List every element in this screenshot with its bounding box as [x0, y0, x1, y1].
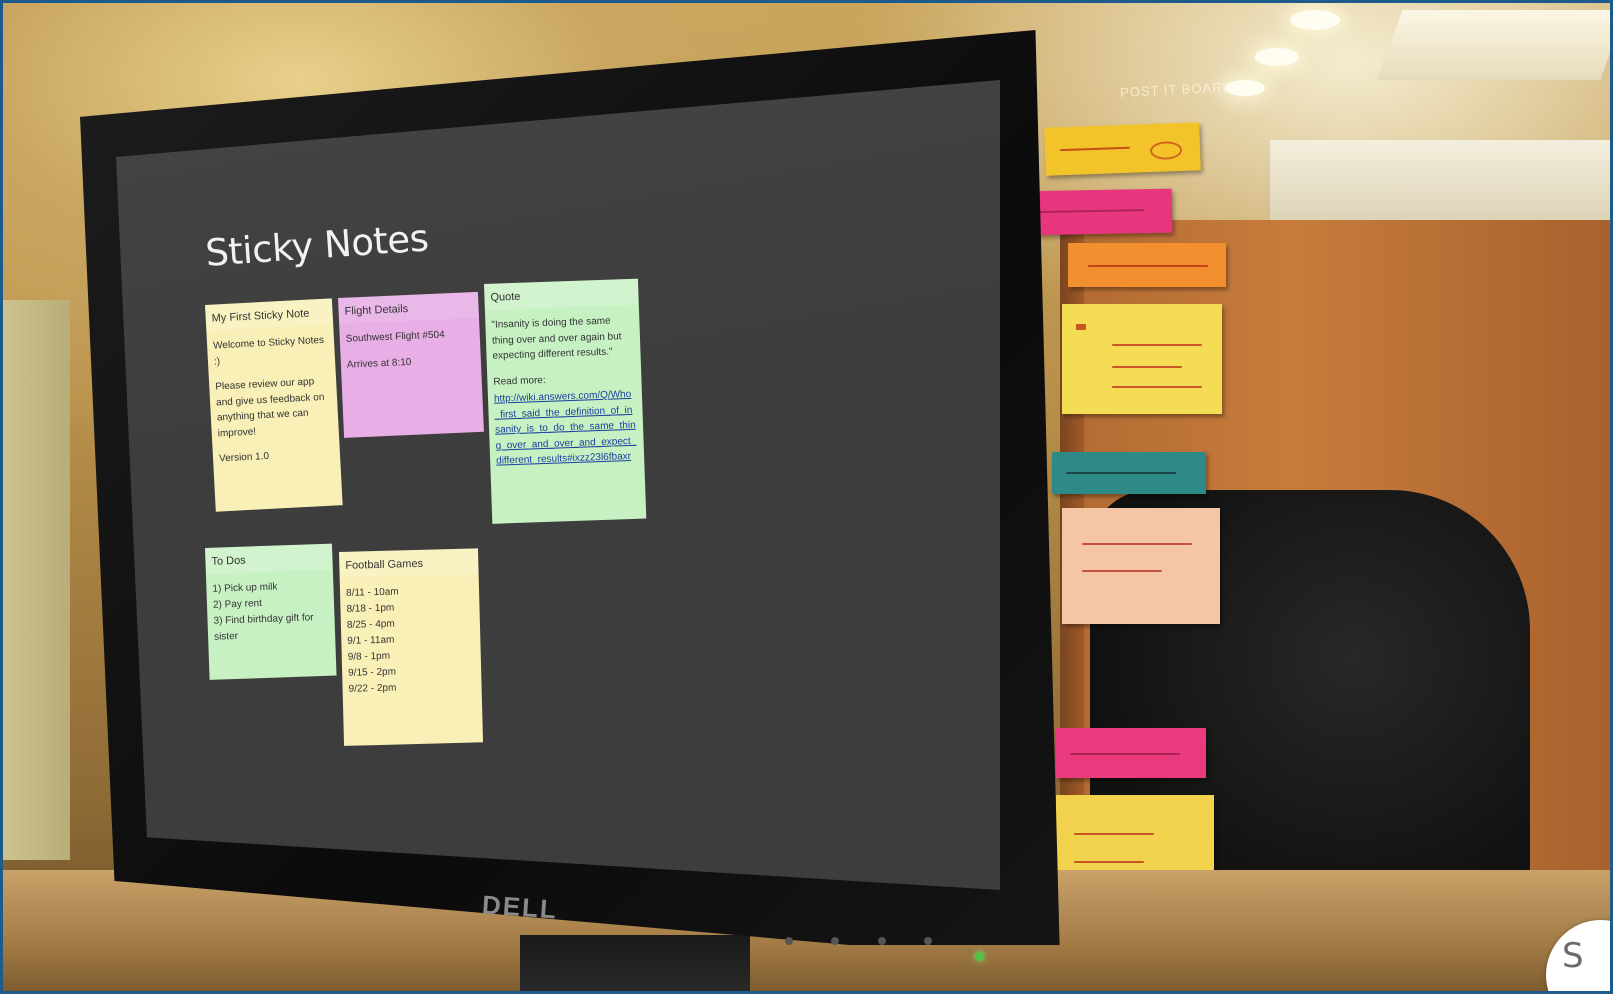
monitor-control-buttons: [785, 932, 966, 950]
monitor-button[interactable]: [877, 937, 886, 945]
note-text: Southwest Flight #504: [345, 329, 445, 345]
note-title: To Dos: [205, 543, 333, 574]
note-text: Welcome to Sticky Notes :): [212, 334, 325, 368]
sticky-note-football-games[interactable]: Football Games 8/11 - 10am 8/18 - 1pm 8/…: [339, 548, 484, 746]
list-item: 9/22 - 2pm: [348, 682, 397, 695]
monitor-button[interactable]: [785, 937, 793, 945]
note-title: Football Games: [339, 548, 479, 578]
office-photo-background: POST IT BOARD Sticky Notes My First Stic…: [0, 0, 1613, 994]
physical-post-it-note: [1062, 304, 1222, 414]
list-item: 3) Find birthday gift for sister: [213, 612, 314, 643]
note-link[interactable]: http://wiki.answers.com/Q/Who_first_said…: [494, 387, 639, 469]
ceiling-light: [1255, 48, 1299, 66]
monitor-button[interactable]: [831, 937, 840, 945]
sticky-note-my-first[interactable]: My First Sticky Note Welcome to Sticky N…: [205, 298, 343, 512]
corner-badge-letter: S: [1562, 936, 1584, 976]
monitor-button[interactable]: [924, 937, 933, 945]
monitor-stand: [520, 935, 750, 994]
physical-post-it-note: [1068, 243, 1226, 287]
note-text: "Insanity is doing the same thing over a…: [491, 315, 622, 362]
todo-list: 1) Pick up milk 2) Pay rent 3) Find birt…: [212, 578, 329, 646]
sticky-note-flight-details[interactable]: Flight Details Southwest Flight #504 Arr…: [338, 291, 484, 438]
note-title: Flight Details: [338, 291, 480, 324]
note-text: Version 1.0: [218, 450, 270, 465]
sticky-note-quote[interactable]: Quote "Insanity is doing the same thing …: [484, 278, 647, 524]
ceiling-light: [1290, 10, 1340, 30]
dell-logo: DELL: [481, 889, 559, 925]
note-title: My First Sticky Note: [205, 298, 334, 331]
sticky-note-to-dos[interactable]: To Dos 1) Pick up milk 2) Pay rent 3) Fi…: [205, 543, 337, 680]
note-text: Arrives at 8:10: [346, 356, 412, 371]
note-text: Please review our app and give us feedba…: [215, 376, 325, 440]
dell-monitor: Sticky Notes My First Sticky Note Welcom…: [80, 30, 1080, 994]
schedule-list: 8/11 - 10am 8/18 - 1pm 8/25 - 4pm 9/1 - …: [346, 583, 476, 698]
post-it-board-sign: POST IT BOARD: [1119, 79, 1234, 100]
physical-post-it-note: [1062, 508, 1220, 624]
note-title: Quote: [484, 278, 639, 310]
power-indicator-icon: [975, 952, 984, 961]
left-partition: [0, 300, 70, 860]
ceiling-light-panel: [1377, 10, 1613, 80]
